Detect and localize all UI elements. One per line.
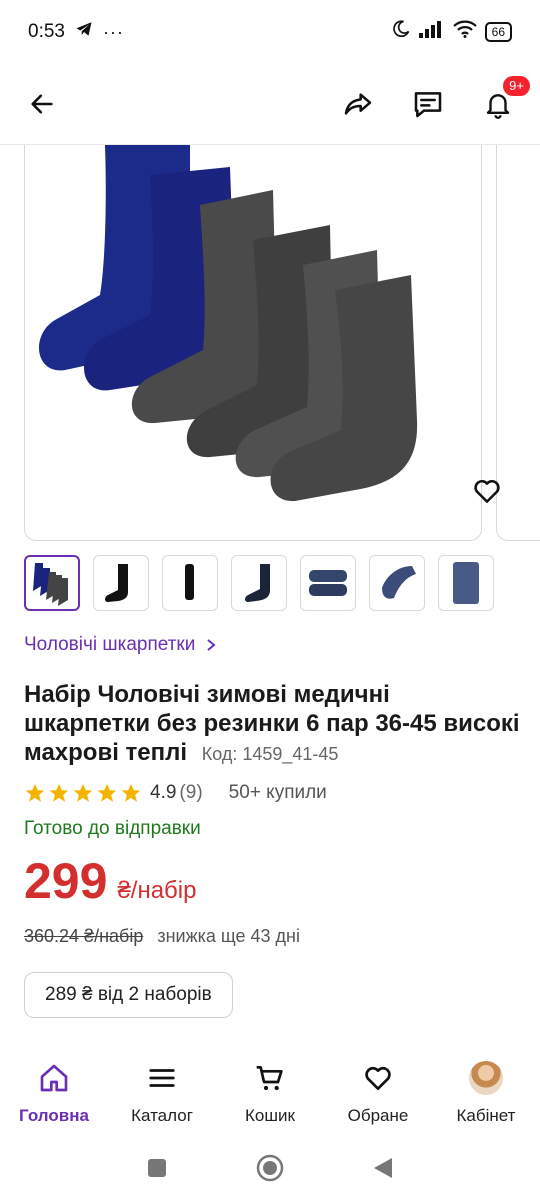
notifications-button[interactable]: 9+	[478, 74, 532, 124]
availability-status: Готово до відправки	[24, 818, 201, 839]
price-block: 299 ₴/набір	[24, 852, 196, 910]
thumbnail[interactable]	[93, 555, 149, 611]
triangle-back-icon	[374, 1157, 392, 1178]
share-button[interactable]	[338, 84, 378, 124]
discount-note: знижка ще 43 дні	[157, 926, 300, 946]
rating-stars	[24, 782, 142, 804]
thumbnail[interactable]	[438, 555, 494, 611]
wifi-icon	[452, 20, 477, 44]
cart-icon	[256, 1066, 283, 1091]
chevron-right-icon	[207, 639, 216, 651]
star-icon	[25, 783, 45, 802]
thumbnail-image	[453, 562, 479, 604]
thumbnail[interactable]	[162, 555, 218, 611]
thumbnail-image	[245, 564, 270, 602]
chat-icon	[414, 92, 442, 118]
old-price: 360.24 ₴/набір	[24, 926, 144, 946]
star-icon	[49, 783, 69, 802]
nav-favorites-label: Обране	[347, 1106, 409, 1125]
thumbnail[interactable]	[231, 555, 287, 611]
menu-icon	[149, 1069, 175, 1087]
system-navigation	[0, 1140, 540, 1200]
product-image-gallery[interactable]	[24, 145, 482, 541]
nav-catalog[interactable]: Каталог	[112, 1058, 212, 1126]
nav-cart[interactable]: Кошик	[220, 1058, 320, 1126]
heart-outline-icon	[474, 480, 500, 503]
status-bar: 0:53 ··· 66	[0, 0, 540, 64]
battery-indicator: 66	[484, 22, 512, 42]
nav-home-label: Головна	[19, 1106, 89, 1125]
notifications-badge: 9+	[501, 74, 532, 98]
bought-count: 50+ купили	[228, 782, 327, 803]
thumbnail-strip	[24, 555, 494, 611]
category-link[interactable]: Чоловічі шкарпетки	[24, 634, 217, 656]
thumbnail-image	[309, 570, 347, 596]
rating-row[interactable]: 4.9 (9) 50+ купили	[24, 782, 327, 804]
price-unit: ₴/набір	[117, 877, 197, 904]
product-code: Код: 1459_41-45	[201, 744, 339, 764]
arrow-left-icon	[31, 94, 53, 114]
chat-button[interactable]	[408, 84, 448, 124]
rating-value: 4.9	[150, 782, 177, 803]
more-notifications-icon: ···	[102, 21, 124, 42]
product-image	[38, 145, 418, 502]
bottom-navigation: Головна Каталог Кошик Обране Кабінет	[0, 1048, 540, 1138]
thumbnail[interactable]	[300, 555, 356, 611]
nav-cabinet-label: Кабінет	[456, 1106, 516, 1125]
thumbnail[interactable]	[24, 555, 80, 611]
telegram-icon	[75, 20, 93, 44]
price-amount: 299	[24, 853, 108, 909]
product-title-block: Набір Чоловічі зимові медичні шкарпетки …	[24, 680, 520, 769]
heart-icon	[365, 1066, 391, 1090]
app-header: 9+	[0, 64, 540, 144]
share-icon	[344, 93, 372, 115]
system-back-button[interactable]	[372, 1156, 394, 1185]
star-icon	[73, 783, 93, 802]
star-icon	[121, 783, 141, 802]
home-icon	[40, 1064, 68, 1092]
thumbnail[interactable]	[369, 555, 425, 611]
home-system-button[interactable]	[256, 1154, 284, 1187]
moon-icon	[391, 19, 411, 45]
nav-catalog-label: Каталог	[131, 1106, 193, 1125]
old-price-row: 360.24 ₴/набір знижка ще 43 дні	[24, 926, 300, 947]
thumbnail-image	[105, 564, 128, 602]
reviews-count: (9)	[179, 782, 203, 803]
recents-button[interactable]	[146, 1157, 168, 1184]
nav-cabinet[interactable]: Кабінет	[436, 1058, 536, 1126]
bulk-offer-button[interactable]: 289 ₴ від 2 наборів	[24, 972, 233, 1018]
thumbnail-image	[185, 564, 194, 600]
signal-icon	[418, 20, 445, 44]
nav-home[interactable]: Головна	[4, 1058, 104, 1126]
nav-cart-label: Кошик	[245, 1106, 295, 1125]
circle-icon	[256, 1154, 284, 1181]
star-icon	[97, 783, 117, 802]
bulk-offer-label: 289 ₴ від 2 наборів	[45, 984, 212, 1005]
add-to-favorites-button[interactable]	[466, 470, 508, 512]
square-icon	[148, 1158, 166, 1177]
category-link-label: Чоловічі шкарпетки	[24, 634, 196, 655]
status-time: 0:53	[28, 21, 65, 42]
thumbnail-image	[382, 566, 416, 599]
nav-favorites[interactable]: Обране	[328, 1058, 428, 1126]
back-button[interactable]	[22, 84, 62, 124]
thumbnail-image	[33, 563, 68, 606]
avatar	[469, 1061, 503, 1095]
